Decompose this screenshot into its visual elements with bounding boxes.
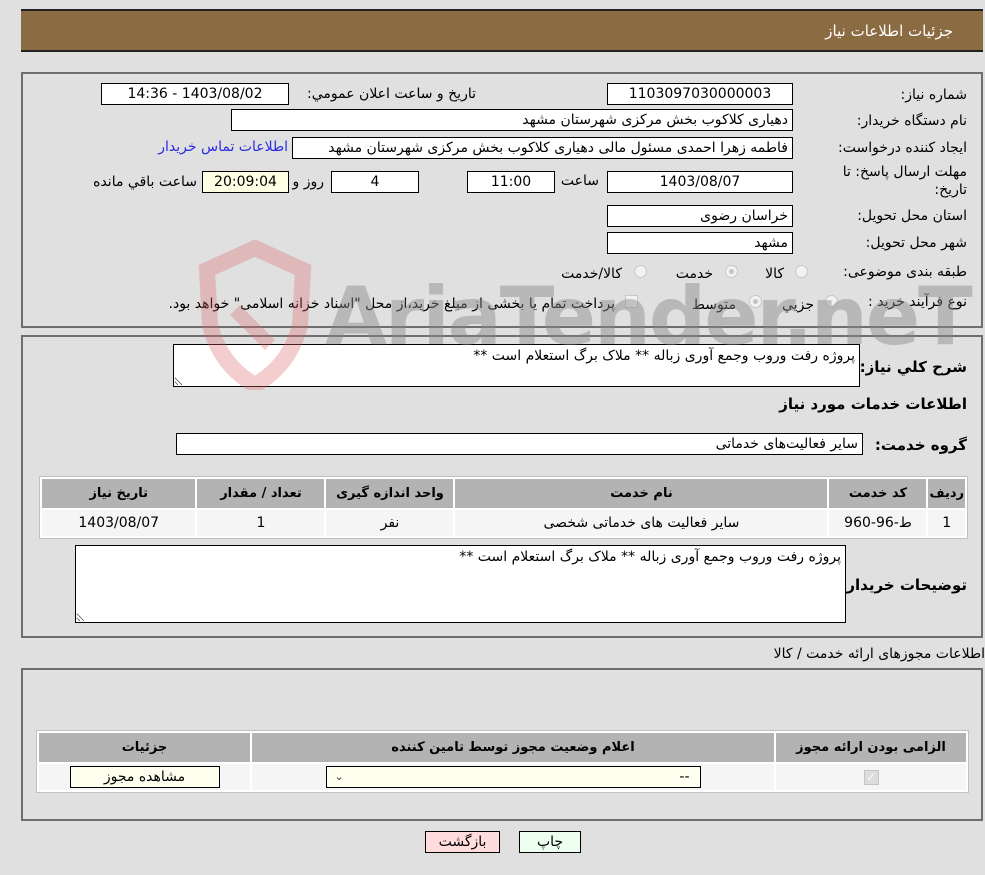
cell-need-date: 1403/08/07 [42, 510, 196, 536]
permit-status-value: -- [679, 769, 690, 785]
cell-service-name: سایر فعالیت های خدماتی شخصی [455, 510, 828, 536]
remaining-time-label: ساعت باقي مانده [93, 174, 197, 190]
category-option-goods: کالا [765, 266, 784, 282]
permit-required-checkbox[interactable]: ✓ [863, 769, 879, 785]
city-label: شهر محل تحویل: [865, 235, 967, 251]
cell-permit-status: -- ⌄ [252, 764, 774, 790]
services-section-title: اطلاعات خدمات مورد نیاز [779, 395, 967, 413]
category-option-service: خدمت [675, 266, 713, 282]
back-button[interactable]: بازگشت [425, 831, 500, 853]
process-option-minor: جزيي [782, 297, 814, 313]
buyer-org-label: نام دستگاه خریدار: [856, 113, 967, 129]
process-option-medium: متوسط [692, 297, 736, 313]
remaining-time-field: 20:09:04 [202, 171, 289, 193]
province-label: استان محل تحویل: [857, 208, 967, 224]
deadline-label-line1: مهلت ارسال پاسخ: تا [842, 164, 967, 180]
creator-label: ایجاد کننده درخواست: [838, 140, 967, 156]
table-row: 1 ط-96-960 سایر فعالیت های خدماتی شخصی ن… [42, 510, 965, 536]
category-radio-service[interactable] [725, 265, 738, 278]
need-number-label: شماره نیاز: [900, 87, 968, 103]
col-quantity: تعداد / مقدار [197, 479, 325, 508]
col-permit-details: جزئیات [39, 733, 250, 762]
cell-unit: نفر [326, 510, 454, 536]
chevron-down-icon: ⌄ [334, 770, 344, 783]
creator-field: فاطمه زهرا احمدی مسئول مالی دهیاری کلاکو… [292, 137, 793, 159]
services-table: ردیف کد خدمت نام خدمت واحد اندازه گیری ت… [39, 476, 968, 539]
col-need-date: تاریخ نیاز [42, 479, 196, 508]
category-radio-goods-service[interactable] [634, 265, 647, 278]
process-radio-medium[interactable] [749, 295, 762, 308]
permits-table-header: الزامی بودن ارائه مجوز اعلام وضعیت مجوز … [39, 733, 966, 762]
buyer-org-field: دهیاری کلاکوب بخش مرکزی شهرستان مشهد [231, 109, 793, 131]
category-radio-goods[interactable] [795, 265, 808, 278]
deadline-date-field: 1403/08/07 [607, 171, 793, 193]
buyer-notes-label: توضیحات خریدار: [840, 576, 967, 594]
process-radio-minor[interactable] [825, 295, 838, 308]
col-row-number: ردیف [928, 479, 965, 508]
days-label: روز و [292, 174, 325, 190]
announce-date-field: 1403/08/02 - 14:36 [101, 83, 289, 105]
service-group-field: سایر فعالیت‌های خدماتی [176, 433, 863, 455]
cell-quantity: 1 [197, 510, 325, 536]
col-service-name: نام خدمت [455, 479, 828, 508]
treasury-payment-note: پرداخت تمام یا بخشی از مبلغ خرید،از محل … [168, 296, 615, 312]
services-table-header: ردیف کد خدمت نام خدمت واحد اندازه گیری ت… [42, 479, 965, 508]
deadline-time-label: ساعت [560, 173, 599, 189]
cell-permit-required: ✓ [776, 764, 966, 790]
col-service-code: کد خدمت [829, 479, 927, 508]
buyer-contact-link[interactable]: اطلاعات تماس خریدار [158, 139, 288, 155]
deadline-label-line2: تاریخ: [934, 182, 967, 198]
city-field: مشهد [607, 232, 793, 254]
col-permit-required: الزامی بودن ارائه مجوز [776, 733, 966, 762]
table-row: ✓ -- ⌄ مشاهده مجوز [39, 764, 966, 790]
deadline-time-field: 11:00 [467, 171, 555, 193]
permits-section-title: اطلاعات مجوزهای ارائه خدمت / کالا [773, 646, 985, 662]
need-number-field: 1103097030000003 [607, 83, 793, 105]
print-button[interactable]: چاپ [519, 831, 581, 853]
view-permit-button[interactable]: مشاهده مجوز [69, 766, 220, 788]
category-label: طبقه بندی موضوعی: [843, 264, 967, 280]
remaining-days-field: 4 [331, 171, 419, 193]
announce-date-label: تاریخ و ساعت اعلان عمومي: [307, 86, 476, 102]
col-permit-status: اعلام وضعیت مجوز توسط تامین کننده [252, 733, 774, 762]
process-type-label: نوع فرآیند خرید : [868, 294, 967, 310]
cell-row-number: 1 [928, 510, 965, 536]
summary-textarea[interactable] [173, 344, 860, 387]
cell-service-code: ط-96-960 [829, 510, 927, 536]
permits-table: الزامی بودن ارائه مجوز اعلام وضعیت مجوز … [36, 730, 969, 793]
service-group-label: گروه خدمت: [874, 436, 967, 454]
summary-label: شرح کلي نیاز: [859, 358, 967, 376]
treasury-payment-checkbox[interactable] [625, 295, 638, 308]
cell-permit-details: مشاهده مجوز [39, 764, 250, 790]
province-field: خراسان رضوی [607, 205, 793, 227]
col-unit: واحد اندازه گیری [326, 479, 454, 508]
permit-status-select[interactable]: -- ⌄ [325, 766, 701, 788]
category-option-goods-service: کالا/خدمت [561, 266, 622, 282]
page-header: جزئیات اطلاعات نیاز [21, 9, 983, 52]
buyer-notes-textarea[interactable] [75, 545, 846, 623]
page-title: جزئیات اطلاعات نیاز [825, 22, 953, 40]
